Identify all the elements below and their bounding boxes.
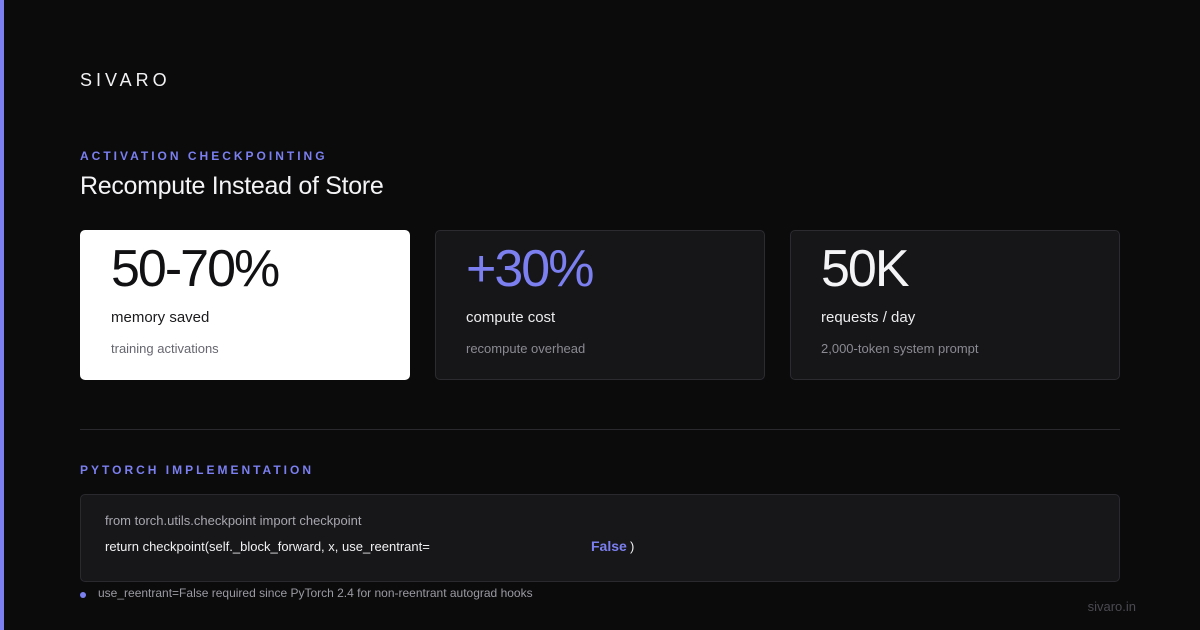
brand-logo-text: SIVARO (80, 70, 171, 90)
code-block: from torch.utils.checkpoint import check… (80, 494, 1120, 582)
code-keyword-false: False (591, 538, 627, 554)
stat-card-compute: +30% compute cost recompute overhead (435, 230, 765, 380)
stat-sublabel: training activations (111, 341, 219, 356)
code-section-eyebrow: PYTORCH IMPLEMENTATION (80, 463, 314, 477)
stat-label: memory saved (111, 309, 210, 326)
stat-label: requests / day (821, 309, 916, 326)
stat-card-requests: 50K requests / day 2,000-token system pr… (790, 230, 1120, 380)
bullet-dot-icon (80, 592, 86, 598)
code-closing-paren: ) (630, 539, 635, 554)
stat-value: 50-70% (111, 240, 280, 298)
stat-label: compute cost (466, 309, 556, 326)
stat-value: 50K (821, 240, 910, 298)
footer-site: sivaro.in (1087, 599, 1136, 614)
stat-sublabel: 2,000-token system prompt (821, 341, 979, 356)
accent-bar (0, 0, 4, 630)
slide-canvas: SIVARO ACTIVATION CHECKPOINTING Recomput… (0, 0, 1200, 630)
stat-cards: 50-70% memory saved training activations… (80, 230, 1120, 380)
code-import-line: from torch.utils.checkpoint import check… (105, 513, 362, 528)
section-eyebrow: ACTIVATION CHECKPOINTING (80, 149, 328, 163)
stat-value: +30% (466, 240, 594, 298)
stat-sublabel: recompute overhead (466, 341, 586, 356)
stat-card-memory: 50-70% memory saved training activations (80, 230, 410, 380)
code-return-line: return checkpoint(self._block_forward, x… (105, 539, 430, 554)
footnote-text: use_reentrant=False required since PyTor… (98, 586, 533, 600)
section-divider (80, 429, 1120, 430)
page-title: Recompute Instead of Store (80, 172, 384, 200)
